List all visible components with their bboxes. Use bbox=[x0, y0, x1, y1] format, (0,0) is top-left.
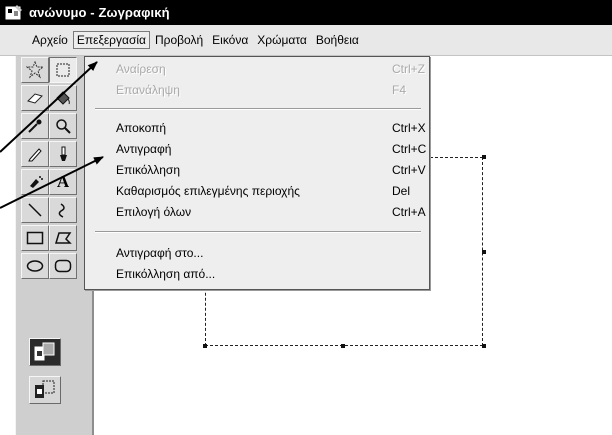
menu-help[interactable]: Βοήθεια bbox=[312, 31, 363, 49]
free-form-select-icon[interactable] bbox=[21, 57, 49, 83]
window-title: ανώνυμο - Ζωγραφική bbox=[29, 5, 170, 20]
menu-item-select-all[interactable]: Επιλογή όλων Ctrl+A bbox=[85, 202, 431, 224]
color-picker-icon[interactable] bbox=[21, 113, 49, 139]
menu-bar: Αρχείο Επεξεργασία Προβολή Εικόνα Χρώματ… bbox=[0, 25, 612, 56]
menu-edit[interactable]: Επεξεργασία bbox=[72, 31, 150, 49]
line-icon[interactable] bbox=[21, 197, 49, 223]
airbrush-icon[interactable] bbox=[21, 169, 49, 195]
menu-item-undo[interactable]: Αναίρεση Ctrl+Z bbox=[85, 59, 431, 81]
menu-item-copy[interactable]: Αντιγραφή Ctrl+C bbox=[85, 139, 431, 161]
opaque-selection-icon[interactable] bbox=[29, 338, 61, 366]
edit-menu-dropdown: Αναίρεση Ctrl+Z Επανάληψη F4 Αποκοπή Ctr… bbox=[84, 56, 430, 290]
menu-view[interactable]: Προβολή bbox=[151, 31, 207, 49]
transparent-selection-icon[interactable] bbox=[29, 376, 61, 404]
menu-item-paste-from[interactable]: Επικόλληση από... bbox=[85, 264, 431, 286]
menu-item-cut[interactable]: Αποκοπή Ctrl+X bbox=[85, 118, 431, 140]
menu-image[interactable]: Εικόνα bbox=[208, 31, 252, 49]
menu-colors[interactable]: Χρώματα bbox=[253, 31, 311, 49]
menu-file[interactable]: Αρχείο bbox=[28, 31, 72, 49]
magnifier-icon[interactable] bbox=[49, 113, 77, 139]
text-tool-icon[interactable]: A bbox=[49, 169, 77, 195]
pencil-icon[interactable] bbox=[21, 141, 49, 167]
curve-icon[interactable] bbox=[49, 197, 77, 223]
menu-item-redo[interactable]: Επανάληψη F4 bbox=[85, 80, 431, 102]
menu-separator bbox=[95, 108, 421, 110]
eraser-icon[interactable] bbox=[21, 85, 49, 111]
paint-app-icon[interactable] bbox=[5, 4, 23, 22]
rounded-rectangle-icon[interactable] bbox=[49, 253, 77, 279]
menu-item-copy-to[interactable]: Αντιγραφή στο... bbox=[85, 243, 431, 265]
menu-separator bbox=[95, 231, 421, 233]
brush-icon[interactable] bbox=[49, 141, 77, 167]
menu-item-paste[interactable]: Επικόλληση Ctrl+V bbox=[85, 160, 431, 182]
ellipse-icon[interactable] bbox=[21, 253, 49, 279]
polygon-icon[interactable] bbox=[49, 225, 77, 251]
menu-item-clear-selection[interactable]: Καθαρισμός επιλεγμένης περιοχής Del bbox=[85, 181, 431, 203]
rectangle-icon[interactable] bbox=[21, 225, 49, 251]
title-bar: ανώνυμο - Ζωγραφική bbox=[0, 0, 612, 25]
toolbox: A bbox=[15, 56, 94, 435]
fill-bucket-icon[interactable] bbox=[49, 85, 77, 111]
text-tool-glyph: A bbox=[56, 172, 70, 191]
rectangle-select-icon[interactable] bbox=[49, 57, 77, 83]
